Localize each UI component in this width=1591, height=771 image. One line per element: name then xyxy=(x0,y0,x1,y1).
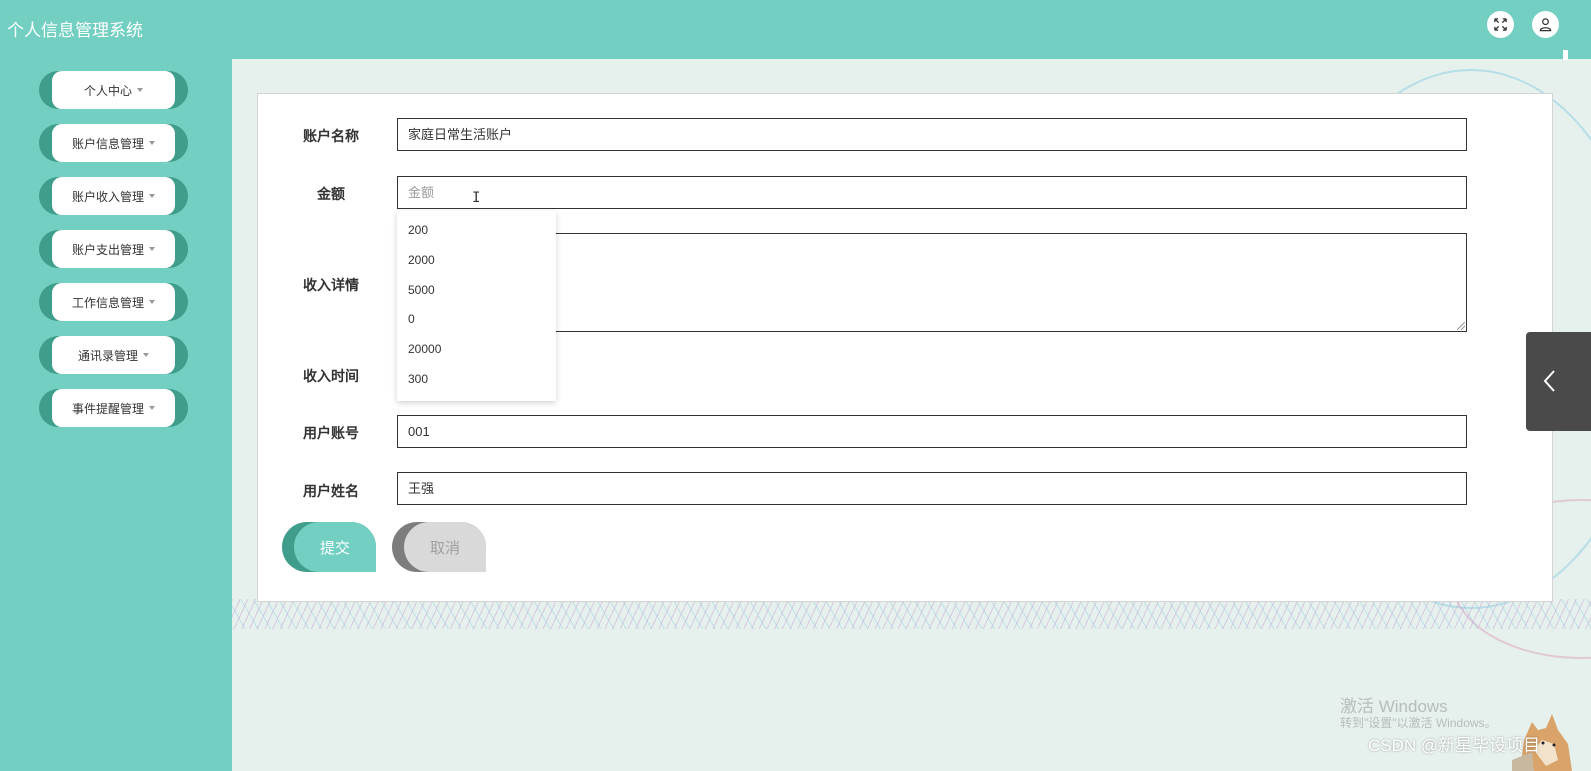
sidebar-item-label: 通讯录管理 xyxy=(77,348,138,363)
text-cursor-icon: I xyxy=(472,190,481,206)
user-account-label: 用户账号 xyxy=(303,425,359,441)
suggestion-item[interactable]: 5000 xyxy=(408,283,435,297)
side-panel-toggle[interactable] xyxy=(1526,332,1591,431)
caret-down-icon xyxy=(149,247,155,251)
suggestion-item[interactable]: 0 xyxy=(408,312,415,326)
sidebar-item-label: 工作信息管理 xyxy=(71,295,144,310)
chevron-left-icon xyxy=(1543,370,1555,392)
income-detail-label: 收入详情 xyxy=(303,277,359,293)
sidebar-item-account-expense[interactable]: 账户支出管理 xyxy=(39,230,188,268)
sidebar-item-label: 个人中心 xyxy=(83,83,132,98)
cancel-button[interactable]: 取消 xyxy=(392,522,486,572)
resize-grip-icon[interactable] xyxy=(1457,322,1465,330)
user-account-input[interactable]: 001 xyxy=(397,415,1467,448)
caret-down-icon xyxy=(149,406,155,410)
income-detail-textarea[interactable] xyxy=(397,233,1467,332)
caret-down-icon xyxy=(149,141,155,145)
sidebar-item-account-info[interactable]: 账户信息管理 xyxy=(39,124,188,162)
account-name-label: 账户名称 xyxy=(303,128,359,144)
csdn-watermark: CSDN @新星毕设项目 xyxy=(1368,736,1541,755)
income-time-label: 收入时间 xyxy=(303,368,359,384)
caret-down-icon xyxy=(143,353,149,357)
decorative-lines xyxy=(232,599,1591,629)
scrollbar-marker xyxy=(1563,50,1568,60)
account-name-input[interactable]: 家庭日常生活账户 xyxy=(397,118,1467,151)
windows-activation-hint: 转到"设置"以激活 Windows。 xyxy=(1340,716,1497,730)
sidebar: 个人中心 账户信息管理 账户收入管理 账户支出管理 工作信息管理 通讯录管理 事… xyxy=(0,59,232,771)
cancel-button-label: 取消 xyxy=(429,539,460,557)
sidebar-item-contacts[interactable]: 通讯录管理 xyxy=(39,336,188,374)
sidebar-item-event-reminder[interactable]: 事件提醒管理 xyxy=(39,389,188,427)
amount-label: 金额 xyxy=(317,186,345,202)
suggestion-item[interactable]: 300 xyxy=(408,372,428,386)
amount-input[interactable]: 金额 xyxy=(397,176,1467,209)
suggestion-item[interactable]: 20000 xyxy=(408,342,441,356)
app-title: 个人信息管理系统 xyxy=(7,21,143,40)
user-name-label: 用户姓名 xyxy=(303,483,359,499)
user-icon xyxy=(1539,18,1552,32)
user-button[interactable] xyxy=(1532,11,1559,38)
sidebar-item-work-info[interactable]: 工作信息管理 xyxy=(39,283,188,321)
user-name-input[interactable]: 王强 xyxy=(397,472,1467,505)
suggestion-item[interactable]: 200 xyxy=(408,223,428,237)
expand-icon xyxy=(1494,18,1507,31)
caret-down-icon xyxy=(149,194,155,198)
sidebar-item-personal-center[interactable]: 个人中心 xyxy=(39,71,188,109)
sidebar-item-label: 账户支出管理 xyxy=(71,242,144,257)
sidebar-item-label: 账户收入管理 xyxy=(71,189,144,204)
caret-down-icon xyxy=(149,300,155,304)
submit-button[interactable]: 提交 xyxy=(282,522,376,572)
sidebar-item-account-income[interactable]: 账户收入管理 xyxy=(39,177,188,215)
suggestion-item[interactable]: 2000 xyxy=(408,253,435,267)
sidebar-item-label: 账户信息管理 xyxy=(71,136,144,151)
amount-suggestion-dropdown: 200 2000 5000 0 20000 300 xyxy=(397,211,556,401)
caret-down-icon xyxy=(137,88,143,92)
sidebar-item-label: 事件提醒管理 xyxy=(71,401,144,416)
top-bar: 个人信息管理系统 xyxy=(0,0,1591,59)
submit-button-label: 提交 xyxy=(319,539,350,557)
fullscreen-button[interactable] xyxy=(1487,11,1514,38)
